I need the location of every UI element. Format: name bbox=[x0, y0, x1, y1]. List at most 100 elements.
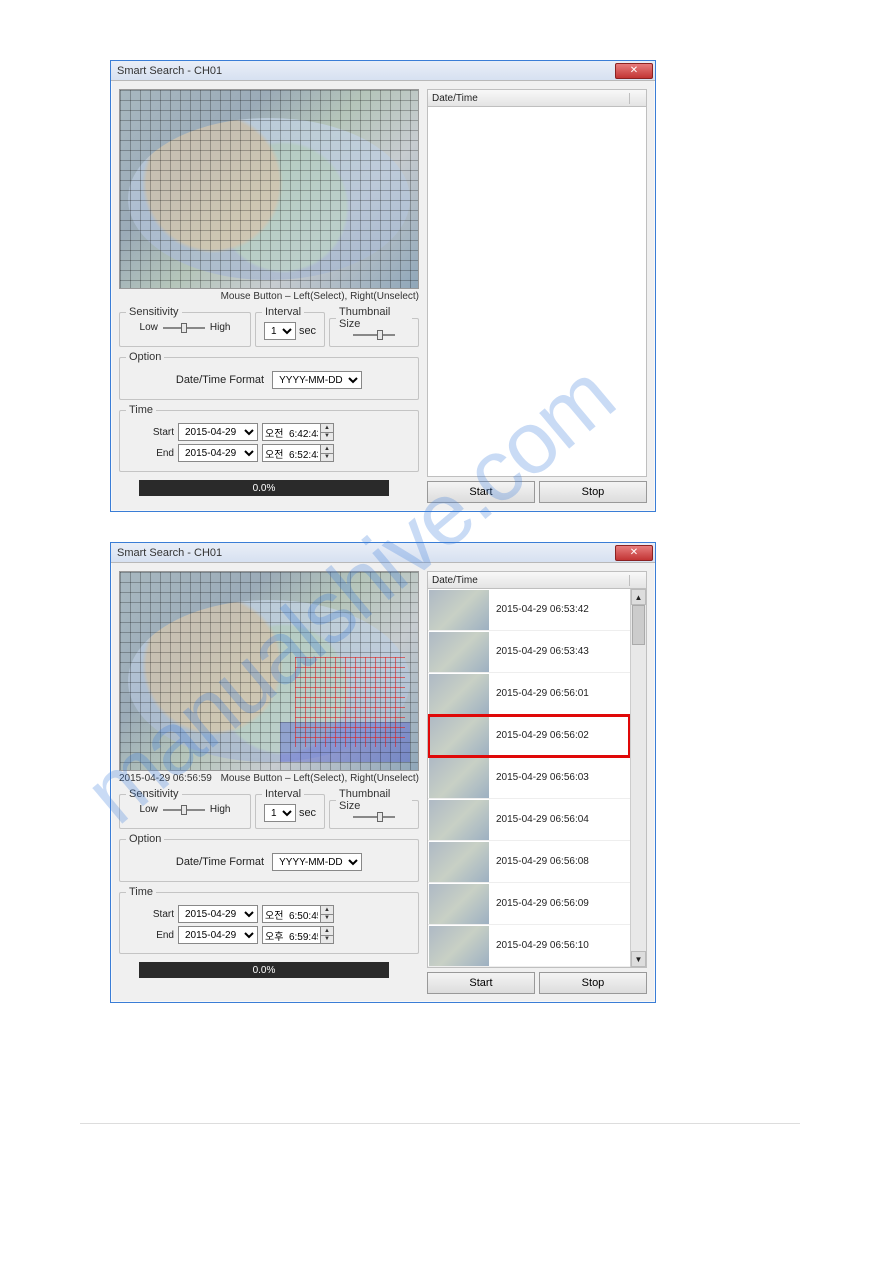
sensitivity-slider[interactable] bbox=[163, 327, 205, 329]
progress-bar: 0.0% bbox=[139, 480, 389, 496]
result-row[interactable]: 2015-04-29 06:56:09 bbox=[428, 883, 630, 925]
start-date-select[interactable]: 2015-04-29 bbox=[178, 423, 258, 441]
end-time-spinner[interactable]: ▲▼ bbox=[320, 926, 334, 944]
result-thumbnail bbox=[429, 926, 489, 966]
interval-unit: sec bbox=[299, 807, 316, 819]
sensitivity-high-label: High bbox=[210, 804, 231, 815]
end-label: End bbox=[126, 930, 174, 941]
result-row[interactable]: 2015-04-29 06:53:42 bbox=[428, 589, 630, 631]
interval-group: Interval 1 sec bbox=[255, 788, 325, 829]
mouse-hint: Mouse Button – Left(Select), Right(Unsel… bbox=[221, 773, 419, 784]
selection-grid bbox=[120, 90, 418, 288]
stop-button[interactable]: Stop bbox=[539, 972, 647, 994]
date-format-label: Date/Time Format bbox=[176, 856, 264, 868]
end-date-select[interactable]: 2015-04-29 bbox=[178, 926, 258, 944]
date-format-label: Date/Time Format bbox=[176, 374, 264, 386]
result-thumbnail bbox=[429, 590, 489, 630]
scroll-down-icon[interactable]: ▼ bbox=[631, 951, 646, 967]
option-legend: Option bbox=[126, 351, 164, 363]
interval-legend: Interval bbox=[262, 306, 304, 318]
interval-group: Interval 1 sec bbox=[255, 306, 325, 347]
progress-bar: 0.0% bbox=[139, 962, 389, 978]
smart-search-window-1: Smart Search - CH01 ✕ Mouse Button – Lef… bbox=[110, 60, 656, 512]
results-list-body bbox=[427, 107, 647, 477]
result-thumbnail bbox=[429, 800, 489, 840]
result-row[interactable]: 2015-04-29 06:56:08 bbox=[428, 841, 630, 883]
results-list-header[interactable]: Date/Time bbox=[427, 89, 647, 107]
result-timestamp: 2015-04-29 06:56:04 bbox=[490, 814, 589, 825]
result-thumbnail bbox=[429, 758, 489, 798]
window-title: Smart Search - CH01 bbox=[117, 547, 222, 559]
scroll-thumb[interactable] bbox=[632, 605, 645, 645]
thumbnail-size-slider[interactable] bbox=[353, 816, 395, 818]
thumbnail-size-group: Thumbnail Size bbox=[329, 306, 419, 347]
result-thumbnail bbox=[429, 842, 489, 882]
start-button[interactable]: Start bbox=[427, 972, 535, 994]
start-label: Start bbox=[126, 909, 174, 920]
start-time-spinner[interactable]: ▲▼ bbox=[320, 905, 334, 923]
result-timestamp: 2015-04-29 06:56:08 bbox=[490, 856, 589, 867]
result-row[interactable]: 2015-04-29 06:53:43 bbox=[428, 631, 630, 673]
sensitivity-group: Sensitivity Low High bbox=[119, 788, 251, 829]
interval-unit: sec bbox=[299, 325, 316, 337]
thumbnail-size-legend: Thumbnail Size bbox=[336, 788, 412, 812]
datetime-column-header[interactable]: Date/Time bbox=[428, 93, 630, 104]
window-title: Smart Search - CH01 bbox=[117, 65, 222, 77]
result-timestamp: 2015-04-29 06:56:01 bbox=[490, 688, 589, 699]
thumbnail-size-slider[interactable] bbox=[353, 334, 395, 336]
result-timestamp: 2015-04-29 06:53:43 bbox=[490, 646, 589, 657]
start-time-input[interactable] bbox=[262, 905, 320, 923]
date-format-select[interactable]: YYYY-MM-DD bbox=[272, 853, 362, 871]
result-timestamp: 2015-04-29 06:53:42 bbox=[490, 604, 589, 615]
thumbnail-size-legend: Thumbnail Size bbox=[336, 306, 412, 330]
result-thumbnail bbox=[429, 632, 489, 672]
scroll-up-icon[interactable]: ▲ bbox=[631, 589, 646, 605]
time-group: Time Start 2015-04-29 ▲▼ End 2015-04-29 … bbox=[119, 886, 419, 954]
end-time-spinner[interactable]: ▲▼ bbox=[320, 444, 334, 462]
titlebar[interactable]: Smart Search - CH01 ✕ bbox=[111, 543, 655, 563]
smart-search-window-2: Smart Search - CH01 ✕ 2015-04-29 06:56:5… bbox=[110, 542, 656, 1003]
thumbnail-size-group: Thumbnail Size bbox=[329, 788, 419, 829]
time-legend: Time bbox=[126, 404, 156, 416]
time-group: Time Start 2015-04-29 ▲▼ End 2015-04-29 … bbox=[119, 404, 419, 472]
start-time-input[interactable] bbox=[262, 423, 320, 441]
sensitivity-high-label: High bbox=[210, 322, 231, 333]
option-group: Option Date/Time Format YYYY-MM-DD bbox=[119, 833, 419, 882]
interval-legend: Interval bbox=[262, 788, 304, 800]
sensitivity-group: Sensitivity Low High bbox=[119, 306, 251, 347]
result-row[interactable]: 2015-04-29 06:56:01 bbox=[428, 673, 630, 715]
results-list-header[interactable]: Date/Time bbox=[427, 571, 647, 589]
end-time-input[interactable] bbox=[262, 926, 320, 944]
stop-button[interactable]: Stop bbox=[539, 481, 647, 503]
date-format-select[interactable]: YYYY-MM-DD bbox=[272, 371, 362, 389]
end-time-input[interactable] bbox=[262, 444, 320, 462]
result-thumbnail bbox=[429, 716, 489, 756]
vertical-scrollbar[interactable]: ▲ ▼ bbox=[630, 589, 646, 967]
sensitivity-slider[interactable] bbox=[163, 809, 205, 811]
interval-select[interactable]: 1 bbox=[264, 322, 296, 340]
end-date-select[interactable]: 2015-04-29 bbox=[178, 444, 258, 462]
end-label: End bbox=[126, 448, 174, 459]
close-icon[interactable]: ✕ bbox=[615, 545, 653, 561]
result-row[interactable]: 2015-04-29 06:56:10 bbox=[428, 925, 630, 967]
result-row[interactable]: 2015-04-29 06:56:02 bbox=[428, 715, 630, 757]
start-label: Start bbox=[126, 427, 174, 438]
video-preview-grid[interactable] bbox=[119, 89, 419, 289]
datetime-column-header[interactable]: Date/Time bbox=[428, 575, 630, 586]
results-list-body: 2015-04-29 06:53:42 2015-04-29 06:53:43 20… bbox=[427, 589, 647, 968]
titlebar[interactable]: Smart Search - CH01 ✕ bbox=[111, 61, 655, 81]
result-timestamp: 2015-04-29 06:56:10 bbox=[490, 940, 589, 951]
result-row[interactable]: 2015-04-29 06:56:04 bbox=[428, 799, 630, 841]
start-button[interactable]: Start bbox=[427, 481, 535, 503]
start-date-select[interactable]: 2015-04-29 bbox=[178, 905, 258, 923]
result-row[interactable]: 2015-04-29 06:56:03 bbox=[428, 757, 630, 799]
sensitivity-low-label: Low bbox=[140, 804, 158, 815]
interval-select[interactable]: 1 bbox=[264, 804, 296, 822]
sensitivity-low-label: Low bbox=[140, 322, 158, 333]
video-preview-grid[interactable] bbox=[119, 571, 419, 771]
result-timestamp: 2015-04-29 06:56:03 bbox=[490, 772, 589, 783]
start-time-spinner[interactable]: ▲▼ bbox=[320, 423, 334, 441]
option-legend: Option bbox=[126, 833, 164, 845]
page-divider bbox=[80, 1123, 800, 1124]
close-icon[interactable]: ✕ bbox=[615, 63, 653, 79]
